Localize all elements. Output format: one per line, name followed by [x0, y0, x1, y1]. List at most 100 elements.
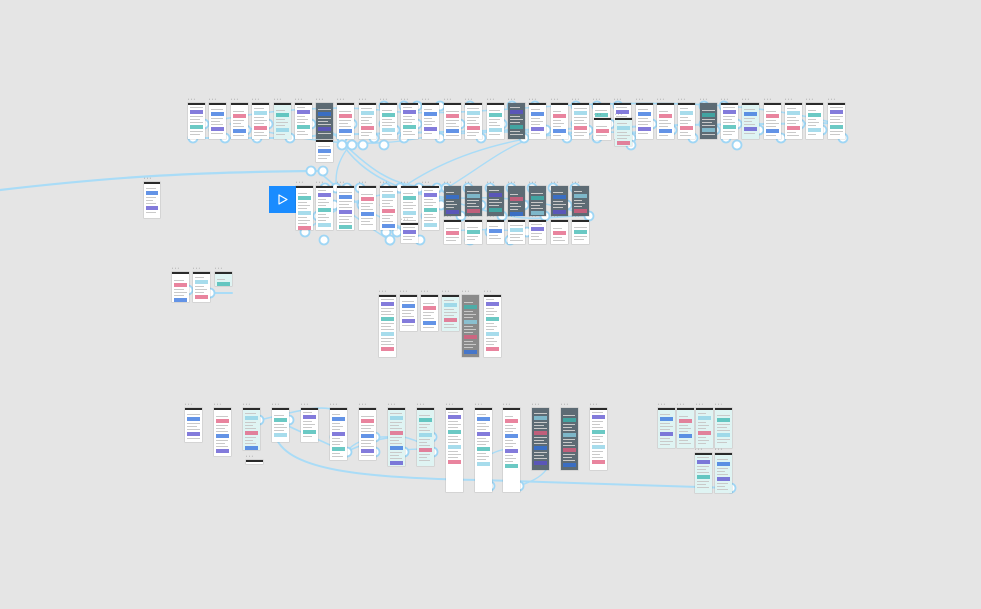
- frame-title[interactable]: • • •: [379, 290, 386, 293]
- frame-title[interactable]: • • •: [695, 448, 702, 451]
- frame-title[interactable]: • • •: [742, 98, 749, 101]
- frame-title[interactable]: • • •: [417, 403, 424, 406]
- prototype-frame[interactable]: [421, 295, 438, 331]
- frame-title[interactable]: • • •: [532, 403, 539, 406]
- prototype-frame[interactable]: [380, 186, 397, 230]
- prototype-frame[interactable]: [422, 103, 439, 139]
- prototype-frame[interactable]: [532, 408, 549, 470]
- frame-title[interactable]: • • •: [246, 455, 253, 458]
- prototype-frame[interactable]: [678, 103, 695, 139]
- frame-title[interactable]: • • •: [572, 181, 579, 184]
- frame-title[interactable]: • • •: [359, 181, 366, 184]
- frame-title[interactable]: • • •: [215, 267, 222, 270]
- frame-title[interactable]: • • •: [400, 290, 407, 293]
- frame-title[interactable]: • • •: [296, 181, 303, 184]
- frame-title[interactable]: • • •: [677, 403, 684, 406]
- frame-title[interactable]: • • •: [462, 290, 469, 293]
- frame-title[interactable]: • • •: [444, 215, 451, 218]
- prototype-frame[interactable]: [677, 408, 694, 448]
- frame-title[interactable]: • • •: [484, 290, 491, 293]
- frame-title[interactable]: • • •: [572, 98, 579, 101]
- frame-title[interactable]: • • •: [658, 403, 665, 406]
- connector-node[interactable]: [317, 165, 329, 177]
- frame-title[interactable]: • • •: [444, 98, 451, 101]
- prototype-frame[interactable]: [444, 220, 461, 244]
- frame-title[interactable]: • • •: [715, 448, 722, 451]
- frame-title[interactable]: • • •: [487, 181, 494, 184]
- connector-node[interactable]: [346, 139, 358, 151]
- frame-title[interactable]: • • •: [551, 98, 558, 101]
- prototype-frame[interactable]: [828, 103, 845, 139]
- prototype-frame[interactable]: [508, 103, 525, 139]
- prototype-frame[interactable]: [316, 140, 333, 162]
- prototype-frame[interactable]: [806, 103, 823, 139]
- prototype-frame[interactable]: [188, 103, 205, 139]
- frame-title[interactable]: • • •: [252, 98, 259, 101]
- prototype-frame[interactable]: [417, 408, 434, 466]
- frame-title[interactable]: • • •: [209, 98, 216, 101]
- frame-title[interactable]: • • •: [696, 403, 703, 406]
- prototype-frame[interactable]: [503, 408, 520, 492]
- prototype-frame[interactable]: [231, 103, 248, 139]
- frame-title[interactable]: • • •: [487, 98, 494, 101]
- prototype-frame[interactable]: [465, 220, 482, 244]
- frame-title[interactable]: • • •: [593, 98, 600, 101]
- frame-title[interactable]: • • •: [444, 181, 451, 184]
- frame-title[interactable]: • • •: [785, 98, 792, 101]
- prototype-frame[interactable]: [446, 408, 463, 492]
- frame-title[interactable]: • • •: [465, 181, 472, 184]
- frame-title[interactable]: • • •: [188, 98, 195, 101]
- prototype-frame[interactable]: [274, 103, 291, 139]
- prototype-frame[interactable]: [658, 408, 675, 448]
- prototype-frame[interactable]: [742, 103, 759, 139]
- frame-title[interactable]: • • •: [465, 98, 472, 101]
- frame-title[interactable]: • • •: [503, 403, 510, 406]
- prototype-frame[interactable]: [252, 103, 269, 139]
- prototype-frame[interactable]: [572, 103, 589, 139]
- prototype-frame[interactable]: [636, 103, 653, 139]
- frame-title[interactable]: • • •: [764, 98, 771, 101]
- prototype-frame[interactable]: [209, 103, 226, 139]
- prototype-frame[interactable]: [422, 186, 439, 230]
- frame-title[interactable]: • • •: [551, 181, 558, 184]
- frame-title[interactable]: • • •: [721, 98, 728, 101]
- frame-title[interactable]: • • •: [316, 135, 323, 138]
- frame-title[interactable]: • • •: [614, 98, 621, 101]
- connector-node[interactable]: [336, 139, 348, 151]
- prototype-frame[interactable]: [572, 186, 589, 216]
- prototype-frame[interactable]: [337, 103, 354, 139]
- prototype-frame[interactable]: [487, 220, 504, 244]
- prototype-frame[interactable]: [296, 186, 313, 230]
- frame-title[interactable]: • • •: [487, 215, 494, 218]
- frame-title[interactable]: • • •: [615, 113, 622, 116]
- prototype-frame[interactable]: [695, 453, 712, 493]
- prototype-frame[interactable]: [475, 408, 492, 492]
- prototype-frame[interactable]: [484, 295, 501, 357]
- prototype-frame[interactable]: [144, 182, 160, 218]
- frame-title[interactable]: • • •: [401, 218, 408, 221]
- prototype-frame[interactable]: [462, 295, 479, 357]
- prototype-frame[interactable]: [295, 103, 312, 139]
- prototype-frame[interactable]: [359, 103, 376, 139]
- prototype-frame[interactable]: [215, 272, 232, 286]
- prototype-frame[interactable]: [715, 408, 732, 448]
- prototype-frame[interactable]: [465, 103, 482, 139]
- prototype-frame[interactable]: [551, 186, 568, 216]
- frame-title[interactable]: • • •: [657, 98, 664, 101]
- prototype-frame[interactable]: [551, 220, 568, 244]
- prototype-frame[interactable]: [246, 460, 263, 464]
- frame-title[interactable]: • • •: [401, 181, 408, 184]
- frame-title[interactable]: • • •: [590, 403, 597, 406]
- connector-node[interactable]: [384, 234, 396, 246]
- frame-title[interactable]: • • •: [572, 215, 579, 218]
- prototype-frame[interactable]: [380, 103, 397, 139]
- prototype-frame[interactable]: [615, 118, 632, 146]
- frame-title[interactable]: • • •: [316, 181, 323, 184]
- prototype-frame[interactable]: [359, 186, 376, 230]
- frame-title[interactable]: • • •: [337, 181, 344, 184]
- frame-title[interactable]: • • •: [561, 403, 568, 406]
- prototype-frame[interactable]: [594, 118, 611, 140]
- prototype-frame[interactable]: [721, 103, 738, 139]
- prototype-frame[interactable]: [551, 103, 568, 139]
- frame-title[interactable]: • • •: [388, 403, 395, 406]
